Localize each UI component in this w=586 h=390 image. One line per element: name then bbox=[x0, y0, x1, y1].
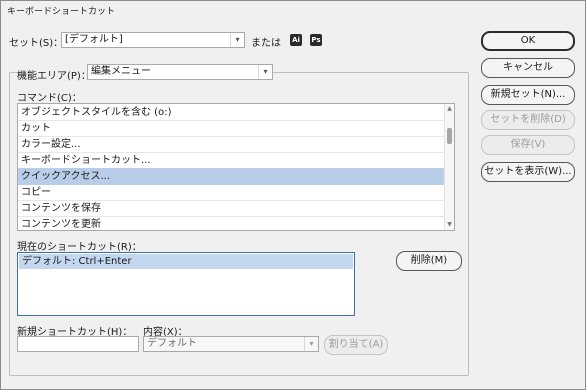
or-label: または bbox=[251, 38, 281, 49]
remove-shortcut-button[interactable]: 削除(M) bbox=[396, 251, 462, 271]
illustrator-icon: Ai bbox=[290, 34, 302, 46]
set-dropdown[interactable]: [デフォルト] ▾ bbox=[61, 32, 245, 48]
ok-button[interactable]: OK bbox=[481, 31, 575, 51]
functional-area-label: 機能エリア(P)： bbox=[17, 67, 93, 82]
set-label: セット(S)： bbox=[9, 38, 64, 49]
list-item[interactable]: カラー設定... bbox=[18, 136, 444, 153]
window-title: キーボードショートカット bbox=[7, 7, 116, 17]
context-dropdown[interactable]: デフォルト ▾ bbox=[143, 336, 319, 352]
keyboard-shortcuts-dialog: キーボードショートカット セット(S)： [デフォルト] ▾ または Ai Ps… bbox=[0, 0, 586, 390]
commands-label: コマンド(C)： bbox=[17, 93, 82, 104]
chevron-down-icon: ▾ bbox=[230, 33, 244, 47]
set-value: [デフォルト] bbox=[65, 34, 123, 45]
delete-set-button[interactable]: セットを削除(D) bbox=[481, 110, 575, 130]
chevron-down-icon: ▾ bbox=[258, 65, 272, 79]
commands-list[interactable]: オブジェクトスタイルを含む (o:) カット カラー設定... キーボードショー… bbox=[17, 103, 455, 231]
commands-scrollbar[interactable]: ▲ ▼ bbox=[444, 104, 454, 230]
list-item[interactable]: キーボードショートカット... bbox=[18, 152, 444, 169]
current-shortcuts-label: 現在のショートカット(R)： bbox=[17, 242, 142, 253]
list-item[interactable]: コンテンツを保存 bbox=[18, 200, 444, 217]
save-button[interactable]: 保存(V) bbox=[481, 135, 575, 155]
new-shortcut-field[interactable] bbox=[17, 336, 139, 352]
chevron-down-icon: ▾ bbox=[304, 337, 318, 351]
context-value: デフォルト bbox=[147, 338, 197, 349]
functional-area-value: 編集メニュー bbox=[91, 66, 151, 77]
photoshop-icon: Ps bbox=[310, 34, 322, 46]
list-item[interactable]: カット bbox=[18, 120, 444, 137]
cancel-button[interactable]: キャンセル bbox=[481, 58, 575, 78]
scroll-up-icon[interactable]: ▲ bbox=[445, 104, 454, 114]
show-set-button[interactable]: セットを表示(W)... bbox=[481, 162, 575, 182]
assign-button[interactable]: 割り当て(A) bbox=[324, 335, 388, 355]
list-item[interactable]: オブジェクトスタイルを含む (o:) bbox=[18, 104, 444, 121]
list-item-selected[interactable]: クイックアクセス... bbox=[18, 168, 444, 185]
current-shortcuts-list[interactable]: デフォルト: Ctrl+Enter bbox=[17, 252, 355, 316]
functional-area-dropdown[interactable]: 編集メニュー ▾ bbox=[87, 64, 273, 80]
list-item[interactable]: コンテンツを更新 bbox=[18, 216, 444, 230]
new-set-button[interactable]: 新規セット(N)... bbox=[481, 85, 575, 105]
list-item[interactable]: コピー bbox=[18, 184, 444, 201]
list-item[interactable]: デフォルト: Ctrl+Enter bbox=[19, 254, 353, 269]
scroll-thumb[interactable] bbox=[447, 128, 452, 144]
scroll-down-icon[interactable]: ▼ bbox=[445, 220, 454, 230]
